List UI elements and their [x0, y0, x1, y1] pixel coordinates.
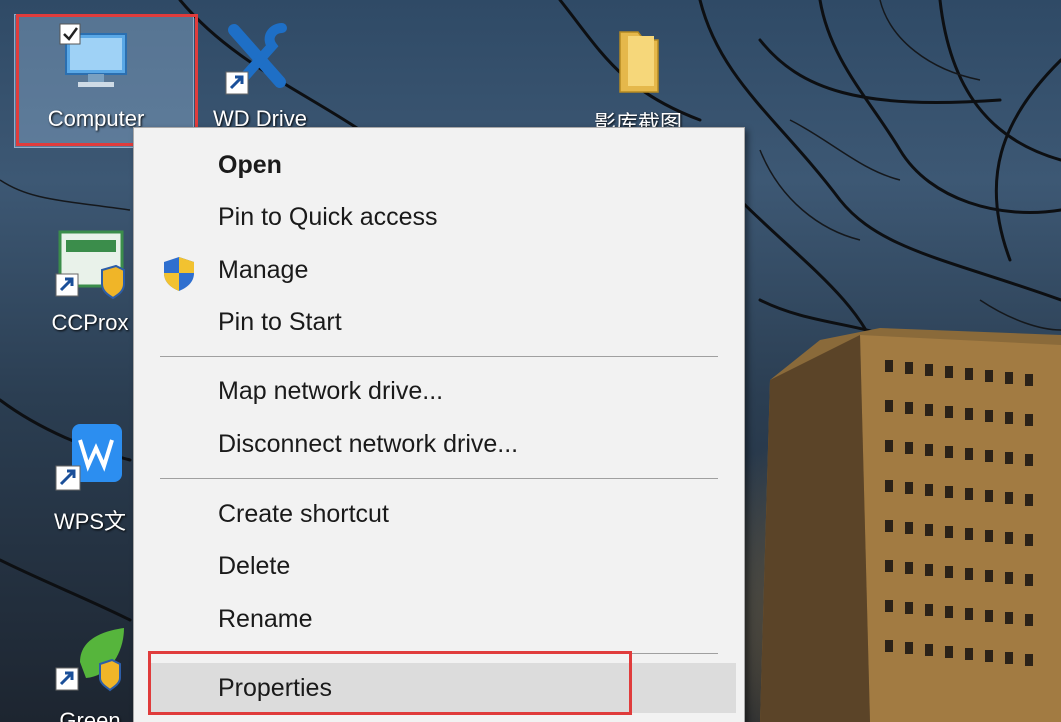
uac-shield-icon: [164, 257, 194, 291]
desktop-icon-label: WPS文: [53, 509, 127, 534]
folder-icon: [619, 31, 659, 93]
wps-icon: [55, 424, 122, 491]
menu-separator: [160, 356, 718, 357]
menu-item-rename[interactable]: Rename: [134, 594, 742, 644]
desktop-icon-label: Green: [59, 708, 121, 722]
menu-item-label: Map network drive...: [218, 377, 444, 405]
menu-item-open[interactable]: Open: [134, 140, 742, 190]
desktop-icon-ccproxy[interactable]: CCProx: [30, 224, 150, 336]
menu-item-label: Pin to Start: [218, 308, 342, 336]
menu-item-label: Pin to Quick access: [218, 203, 438, 231]
green-app-icon: [55, 628, 124, 692]
ccproxy-icon: [55, 230, 125, 300]
desktop-icon-green[interactable]: Green: [30, 622, 150, 722]
menu-item-pin-quick-access[interactable]: Pin to Quick access: [134, 192, 742, 242]
menu-item-pin-to-start[interactable]: Pin to Start: [134, 297, 742, 347]
menu-item-manage[interactable]: Manage: [134, 245, 742, 295]
menu-item-disconnect-network-drive[interactable]: Disconnect network drive...: [134, 419, 742, 469]
desktop: Computer WD Drive 影库截图 CCProx WPS文 Green…: [0, 0, 1061, 722]
menu-item-map-network-drive[interactable]: Map network drive...: [134, 366, 742, 416]
menu-item-label: Open: [218, 151, 282, 179]
menu-item-label: Delete: [218, 552, 291, 580]
desktop-icon-wd-drive[interactable]: WD Drive: [200, 20, 320, 132]
desktop-icon-label: CCProx: [51, 310, 129, 335]
context-menu: Open Pin to Quick access Manage Pin to S…: [133, 127, 745, 722]
highlight-box-properties: [148, 651, 632, 715]
menu-item-label: Disconnect network drive...: [218, 430, 519, 458]
desktop-icon-folder[interactable]: 影库截图: [578, 20, 698, 138]
menu-item-label: Rename: [218, 605, 313, 633]
menu-item-create-shortcut[interactable]: Create shortcut: [134, 489, 742, 539]
desktop-icon-wps[interactable]: WPS文: [30, 418, 150, 536]
menu-item-delete[interactable]: Delete: [134, 541, 742, 591]
tools-icon: [225, 23, 287, 95]
menu-separator: [160, 478, 718, 479]
menu-item-label: Manage: [218, 256, 309, 284]
menu-item-label: Create shortcut: [218, 500, 389, 528]
